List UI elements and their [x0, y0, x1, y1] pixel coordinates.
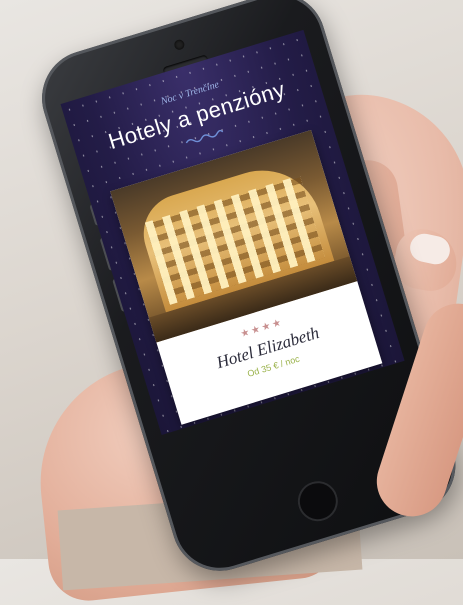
photo-scene: Noc v Trenčíne Hotely a penzióny ★★★★ Ho… — [0, 0, 463, 605]
home-button[interactable] — [292, 476, 343, 527]
front-camera-icon — [173, 38, 186, 51]
phone-screen: Noc v Trenčíne Hotely a penzióny ★★★★ Ho… — [60, 29, 405, 435]
